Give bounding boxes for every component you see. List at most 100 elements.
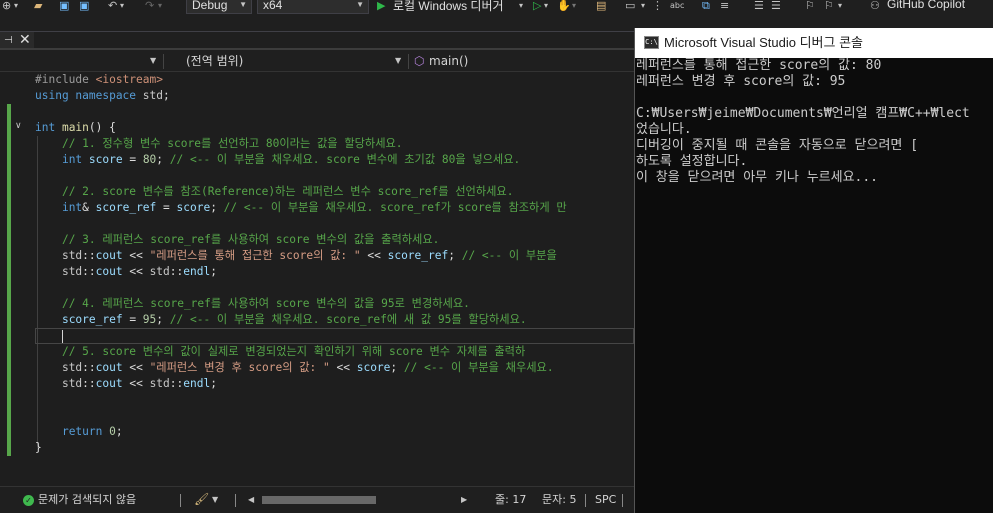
code-line[interactable]: int score = 80; // <-- 이 부분을 채우세요. score…	[35, 152, 520, 168]
console-title-bar[interactable]: C:\ Microsoft Visual Studio 디버그 콘솔	[635, 28, 993, 58]
hot-reload-icon[interactable]: ✋	[557, 0, 571, 13]
code-line[interactable]: std::cout << std::endl;	[35, 376, 217, 392]
code-line[interactable]: std::cout << "레퍼런스 변경 후 score의 값: " << s…	[35, 360, 554, 376]
whitespace-mode-indicator[interactable]: SPC	[595, 493, 616, 507]
code-token: int	[61, 153, 89, 166]
line-number-indicator[interactable]: 줄: 17	[495, 493, 526, 507]
code-line[interactable]: #include <iostream>	[35, 72, 163, 88]
comment-icon[interactable]: ⋮	[652, 0, 663, 13]
save-all-icon[interactable]: ▣	[79, 0, 89, 13]
format-icon[interactable]: ⧉	[702, 0, 710, 13]
code-token: // 4. 레퍼런스 score_ref를 사용하여 score 변수의 값을 …	[61, 297, 470, 310]
code-line[interactable]: std::cout << std::endl;	[35, 264, 217, 280]
collapse-chevron-icon[interactable]: ∨	[15, 121, 22, 131]
save-icon[interactable]: ▣	[59, 0, 69, 13]
redo-icon[interactable]: ↷	[145, 0, 154, 13]
column-indicator[interactable]: 문자: 5	[542, 493, 576, 507]
code-line[interactable]: // 3. 레퍼런스 score_ref를 사용하여 score 변수의 값을 …	[35, 232, 439, 248]
cleanup-dropdown-arrow-icon[interactable]: ▼	[212, 494, 218, 506]
code-line[interactable]: // 5. score 변수의 값이 실제로 변경되었는지 확인하기 위해 sc…	[35, 344, 525, 360]
bookmark-icon[interactable]: ⚐	[805, 0, 815, 13]
member-dropdown[interactable]: main()	[429, 54, 468, 68]
start-debugging-button[interactable]: 로컬 Windows 디버거	[393, 0, 504, 14]
code-line[interactable]: score_ref = 95; // <-- 이 부분을 채우세요. score…	[35, 312, 527, 328]
code-line[interactable]: }	[35, 440, 42, 456]
code-token: &	[82, 201, 96, 214]
uncomment-icon[interactable]: ☰	[771, 0, 781, 13]
solution-explorer-icon[interactable]: ▤	[596, 0, 606, 13]
code-token: int	[61, 201, 83, 214]
check-circle-icon: ✓	[23, 495, 34, 506]
code-token: std	[61, 265, 83, 278]
code-token: score_ref	[61, 313, 123, 326]
bookmark-dropdown-arrow-icon[interactable]: ▾	[838, 0, 842, 13]
scroll-right-icon[interactable]: ▶	[461, 494, 467, 506]
chevron-down-icon: ▼	[356, 0, 364, 9]
undo-dropdown-arrow-icon[interactable]: ▾	[120, 0, 124, 13]
comment-out-icon[interactable]: ☰	[754, 0, 764, 13]
indent-icon[interactable]: ≡	[720, 0, 729, 13]
console-app-icon: C:\	[644, 36, 659, 49]
code-token: // <-- 이 부분을 채우세요. score_ref에 새 값 95를 할당…	[169, 313, 527, 326]
spell-check-icon[interactable]: abc	[670, 0, 684, 13]
scope-dropdown[interactable]: (전역 범위)	[186, 54, 243, 68]
pin-icon[interactable]: ⊣	[4, 35, 13, 47]
code-line[interactable]: std::cout << "레퍼런스를 통해 접근한 score의 값: " <…	[35, 248, 557, 264]
layout-dropdown-arrow-icon[interactable]: ▾	[641, 0, 645, 13]
github-copilot-button[interactable]: GitHub Copilot	[887, 0, 965, 11]
code-line[interactable]: // 4. 레퍼런스 score_ref를 사용하여 score 변수의 값을 …	[35, 296, 470, 312]
undo-icon[interactable]: ↶	[108, 0, 117, 13]
start-without-debugging-icon[interactable]: ▷	[533, 0, 541, 13]
code-line[interactable]: // 2. score 변수를 참조(Reference)하는 레퍼런스 변수 …	[35, 184, 514, 200]
new-project-icon[interactable]: ⊕	[2, 0, 11, 13]
hot-reload-dropdown-arrow-icon[interactable]: ▾	[572, 0, 576, 13]
open-folder-icon[interactable]: ▰	[34, 0, 42, 13]
code-token: std	[142, 89, 163, 102]
code-token: ;	[210, 265, 217, 278]
new-dropdown-arrow-icon[interactable]: ▾	[14, 0, 18, 13]
code-token: // <-- 이 부분을 채우세요. score 변수에 초기값 80을 넣으세…	[169, 153, 521, 166]
window-layout-icon[interactable]: ▭	[625, 0, 635, 13]
horizontal-scrollbar-thumb[interactable]	[262, 496, 376, 504]
code-line[interactable]: // 1. 정수형 변수 score를 선언하고 80이라는 값을 할당하세요.	[35, 136, 403, 152]
code-token: =	[122, 313, 143, 326]
debug-console-window[interactable]: C:\ Microsoft Visual Studio 디버그 콘솔 레퍼런스를…	[634, 28, 993, 513]
code-token: <<	[360, 249, 388, 262]
code-token: std	[149, 377, 170, 390]
code-token: <<	[122, 265, 150, 278]
code-line[interactable]: int main() {	[35, 120, 116, 136]
code-token: }	[35, 441, 42, 454]
code-token: =	[122, 153, 143, 166]
status-bar: ✓ 문제가 검색되지 않음 🖌 ▼ ◀ ▶ 줄: 17 문자: 5 SPC	[0, 486, 634, 513]
start-debugging-icon[interactable]: ▶	[377, 0, 385, 13]
configuration-dropdown[interactable]: Debug ▼	[186, 0, 252, 14]
debug-target-dropdown-arrow-icon[interactable]: ▾	[519, 0, 523, 13]
code-line[interactable]: int& score_ref = score; // <-- 이 부분을 채우세…	[35, 200, 567, 216]
code-token: std	[61, 249, 83, 262]
code-token: 95	[142, 313, 157, 326]
code-token: ::	[82, 249, 96, 262]
platform-dropdown[interactable]: x64 ▼	[257, 0, 369, 14]
close-icon[interactable]: ✕	[19, 33, 31, 47]
bookmark-prev-icon[interactable]: ⚐	[824, 0, 834, 13]
code-editor[interactable]: ∨ #include <iostream> using namespace std…	[0, 72, 634, 486]
scroll-left-icon[interactable]: ◀	[248, 494, 254, 506]
project-dropdown-chevron-icon[interactable]: ▼	[150, 55, 156, 67]
run-dropdown-arrow-icon[interactable]: ▾	[544, 0, 548, 13]
copilot-icon[interactable]: ⚇	[870, 0, 880, 13]
redo-dropdown-arrow-icon[interactable]: ▾	[158, 0, 162, 13]
scope-dropdown-chevron-icon[interactable]: ▼	[395, 55, 401, 67]
code-token: // 1. 정수형 변수 score를 선언하고 80이라는 값을 할당하세요.	[61, 137, 403, 150]
code-cleanup-icon[interactable]: 🖌	[194, 492, 209, 506]
nav-divider	[408, 54, 409, 69]
main-toolbar: ⊕ ▾ ▰ ▣ ▣ ↶ ▾ ↷ ▾ Debug ▼ x64 ▼ ▶ 로컬 Win…	[0, 0, 993, 14]
issues-status[interactable]: 문제가 검색되지 않음	[38, 493, 136, 507]
code-token: return	[61, 425, 110, 438]
code-line[interactable]: using namespace std;	[35, 88, 170, 104]
code-line[interactable]: return 0;	[35, 424, 123, 440]
